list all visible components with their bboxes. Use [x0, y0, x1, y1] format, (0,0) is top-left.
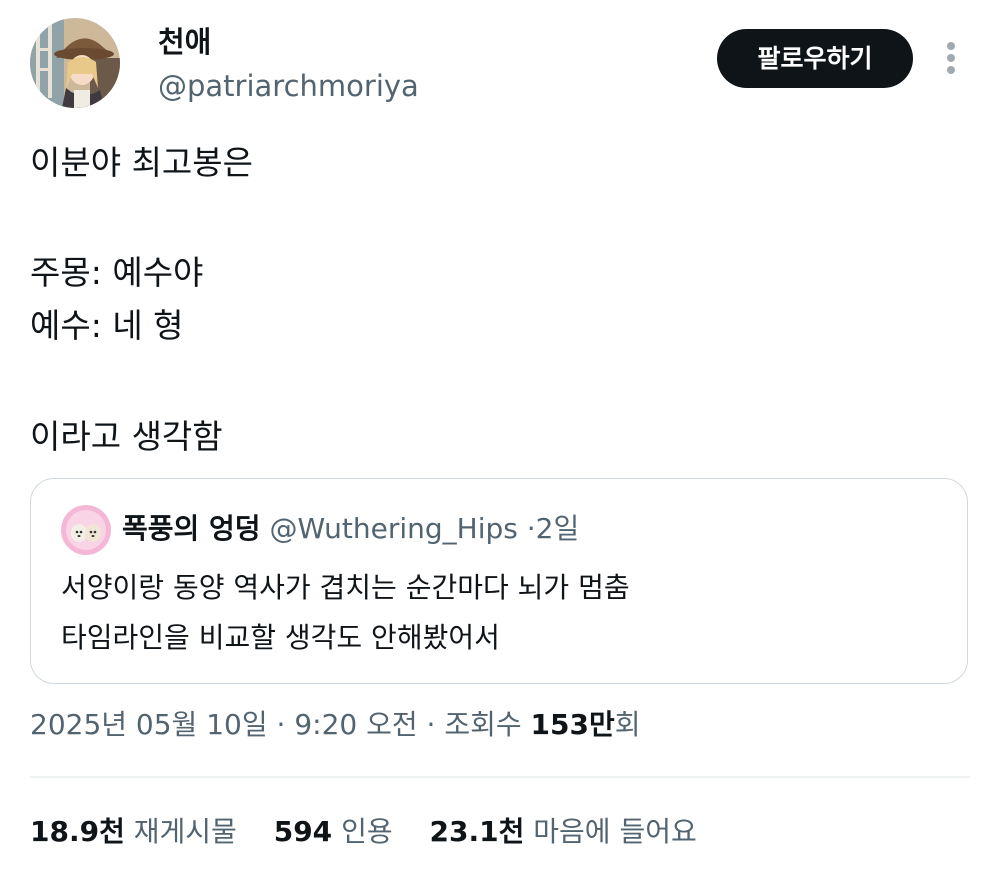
reposts-count: 18.9천 — [30, 815, 125, 848]
meta-separator: · — [426, 708, 436, 741]
tweet-meta: 2025년 05월 10일 · 9:20 오전 · 조회수 153만회 — [30, 705, 641, 745]
quote-header: 폭풍의 엉덩 @Wuthering_Hips ·2일 — [122, 509, 579, 549]
author-handle[interactable]: @patriarchmoriya — [158, 66, 419, 106]
author-avatar[interactable] — [30, 18, 120, 108]
tweet-text-line: 예수: 네 형 — [30, 306, 184, 345]
likes-label: 마음에 들어요 — [533, 815, 697, 848]
quoted-tweet-card[interactable]: 폭풍의 엉덩 @Wuthering_Hips ·2일 서양이랑 동양 역사가 겹… — [30, 478, 968, 684]
meta-separator: · — [276, 708, 286, 741]
quote-handle: @Wuthering_Hips — [269, 512, 518, 545]
quote-display-name: 폭풍의 엉덩 — [122, 512, 261, 545]
anime-witch-avatar-icon — [30, 18, 120, 108]
quotes-stat[interactable]: 594 인용 — [274, 812, 393, 852]
author-display-name[interactable]: 천애 — [158, 22, 211, 62]
tweet-text-line: 이라고 생각함 — [30, 417, 223, 456]
views-suffix: 회 — [614, 708, 641, 741]
quote-text-line: 서양이랑 동양 역사가 겹치는 순간마다 뇌가 멈춤 — [61, 571, 630, 604]
tweet-time[interactable]: 9:20 오전 — [294, 708, 417, 741]
more-vertical-icon[interactable] — [936, 38, 966, 78]
quotes-label: 인용 — [341, 815, 393, 848]
quote-author-avatar — [61, 505, 111, 555]
likes-stat[interactable]: 23.1천 마음에 들어요 — [430, 812, 697, 852]
quote-separator: · — [526, 512, 536, 545]
follow-button[interactable]: 팔로우하기 — [717, 29, 913, 88]
puppies-avatar-icon — [61, 505, 111, 555]
views-count: 153만 — [530, 708, 615, 741]
views-label: 조회수 — [444, 708, 522, 741]
quote-time: 2일 — [535, 512, 580, 545]
tweet-text-line: 주몽: 예수야 — [30, 253, 204, 292]
likes-count: 23.1천 — [429, 815, 525, 848]
quotes-count: 594 — [273, 815, 333, 848]
quote-text-line: 타임라인을 비교할 생각도 안해봤어서 — [61, 621, 500, 654]
divider — [30, 776, 970, 778]
tweet-date[interactable]: 2025년 05월 10일 — [30, 708, 268, 741]
tweet-stats: 18.9천 재게시물 594 인용 23.1천 마음에 들어요 — [30, 812, 725, 852]
reposts-stat[interactable]: 18.9천 재게시물 — [30, 812, 237, 852]
reposts-label: 재게시물 — [133, 815, 237, 848]
tweet-text-line: 이분야 최고봉은 — [30, 143, 254, 182]
